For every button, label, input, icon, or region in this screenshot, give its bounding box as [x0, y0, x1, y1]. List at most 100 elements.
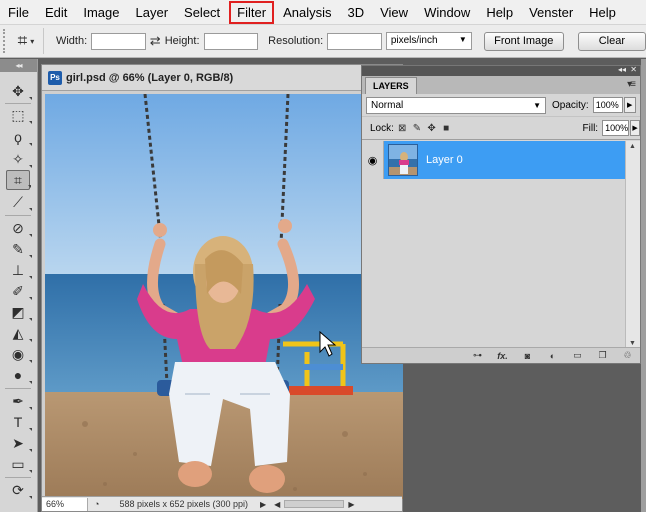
workspace-edge [641, 59, 646, 512]
mask-icon[interactable]: ◙ [521, 350, 534, 361]
clear-button[interactable]: Clear [577, 31, 646, 51]
layer-thumbnail [388, 144, 418, 176]
layer-row[interactable]: ◉ Layer 0 [362, 141, 626, 179]
tools-panel: ◂◂ ✥ ⬚ ϙ ✧ ⌗ ⟋ ⊘ ✎ ⊥ ✐ ◩ ◭ ◉ ● ✒ T ➤ ▭ ⟳ [0, 59, 38, 512]
options-bar: ⌗ ▾ Width: ⇄ Height: Resolution: pixels/i… [0, 25, 646, 58]
layers-panel: ◂◂ ✕ LAYERS ▾≡ Normal ▼ Opacity: 100% ▶ … [361, 65, 641, 364]
layers-panel-footer: ⊶ fx. ◙ ◐ ▭ ❐ ♲ [362, 347, 640, 363]
lock-label: Lock: [370, 122, 394, 134]
menu-edit[interactable]: Edit [37, 1, 75, 24]
stamp-icon[interactable]: ⊥ [6, 260, 32, 280]
lasso-icon[interactable]: ϙ [6, 127, 32, 147]
resolution-units-select[interactable]: pixels/inch ▼ [385, 32, 472, 50]
menu-help-2[interactable]: Help [581, 1, 624, 24]
group-folder-icon[interactable]: ▭ [571, 350, 584, 361]
opacity-field[interactable]: 100% [592, 97, 623, 113]
panel-header-bar[interactable]: ◂◂ ✕ [362, 65, 640, 76]
menu-analysis[interactable]: Analysis [275, 1, 339, 24]
menu-help[interactable]: Help [478, 1, 521, 24]
height-label: Height: [164, 35, 200, 47]
document-title: girl.psd @ 66% (Layer 0, RGB/8) [66, 71, 234, 84]
width-field[interactable] [91, 32, 146, 50]
rectangle-icon[interactable]: ▭ [6, 454, 32, 474]
menu-layer[interactable]: Layer [128, 1, 177, 24]
lock-fill-row: Lock: ⊠ ✎ ✥ ■ Fill: 100% ▶ [362, 117, 640, 140]
lock-image-icon[interactable]: ✎ [413, 123, 422, 134]
front-image-button[interactable]: Front Image [483, 31, 564, 51]
tool-divider [5, 215, 31, 216]
history-brush-icon[interactable]: ✐ [6, 281, 32, 301]
crop-icon[interactable]: ⌗ [6, 170, 31, 190]
document-tab[interactable]: Ps girl.psd @ 66% (Layer 0, RGB/8) [42, 65, 402, 91]
new-layer-icon[interactable]: ❐ [596, 350, 609, 361]
document-window: Ps girl.psd @ 66% (Layer 0, RGB/8) 66% ◔… [41, 64, 403, 512]
trash-icon[interactable]: ♲ [621, 350, 634, 361]
3d-icon[interactable]: ⟳ [6, 480, 32, 500]
menu-venster[interactable]: Venster [521, 1, 581, 24]
pen-icon[interactable]: ✒ [6, 391, 32, 411]
fill-field[interactable]: 100% [602, 120, 630, 136]
lock-transparency-icon[interactable]: ⊠ [398, 123, 407, 134]
arrow-icon[interactable]: ➤ [6, 433, 32, 453]
menu-file[interactable]: File [0, 1, 37, 24]
scroll-down-icon[interactable]: ▼ [629, 340, 636, 347]
fx-icon[interactable]: fx. [496, 350, 509, 361]
ps-document-icon: Ps [48, 70, 62, 85]
adjustment-icon[interactable]: ◐ [546, 350, 559, 361]
marquee-icon[interactable]: ⬚ [6, 105, 32, 125]
lock-position-icon[interactable]: ✥ [427, 123, 436, 134]
crop-tool-preset[interactable]: ⌗ ▾ [9, 28, 44, 54]
menu-filter[interactable]: Filter [229, 0, 275, 24]
magic-wand-icon[interactable]: ✧ [6, 149, 32, 169]
tool-divider [5, 477, 31, 478]
swap-dimensions-icon[interactable]: ⇄ [150, 33, 161, 49]
collapse-panel-icon[interactable]: ◂◂ [618, 65, 626, 74]
menu-view[interactable]: View [372, 1, 416, 24]
menu-bar: File Edit Image Layer Select Filter Anal… [0, 0, 646, 25]
panel-tabs: LAYERS ▾≡ [362, 76, 640, 94]
height-field[interactable] [203, 32, 259, 50]
status-arrow-icon[interactable]: ▶ [260, 500, 266, 509]
opacity-slider-button[interactable]: ▶ [623, 97, 636, 113]
scroll-up-icon[interactable]: ▲ [629, 143, 636, 150]
drop-icon[interactable]: ◉ [6, 344, 32, 364]
eyedropper-icon[interactable]: ⟋ [6, 192, 32, 212]
eraser-icon[interactable]: ◩ [6, 302, 32, 322]
blend-mode-value: Normal [371, 99, 404, 111]
bandage-icon[interactable]: ⊘ [6, 218, 32, 238]
photo-girl-on-swing [45, 94, 403, 499]
layers-scrollbar[interactable]: ▲ ▼ [625, 141, 640, 349]
status-menu-icon[interactable]: ◔ [94, 499, 99, 509]
tool-divider [5, 103, 31, 104]
menu-window[interactable]: Window [416, 1, 478, 24]
width-label: Width: [55, 35, 88, 47]
type-icon[interactable]: T [6, 412, 32, 432]
bucket-icon[interactable]: ◭ [6, 323, 32, 343]
chevron-down-icon: ▼ [458, 35, 467, 44]
lock-all-icon[interactable]: ■ [442, 123, 451, 134]
menu-image[interactable]: Image [75, 1, 127, 24]
dodge-icon[interactable]: ● [6, 365, 32, 385]
blend-opacity-row: Normal ▼ Opacity: 100% ▶ [362, 94, 640, 117]
tools-panel-collapse[interactable]: ◂◂ [0, 59, 37, 72]
blend-mode-select[interactable]: Normal ▼ [366, 96, 546, 114]
layer-selected[interactable]: Layer 0 [384, 141, 626, 179]
scroll-left-icon[interactable]: ◀ [274, 500, 280, 509]
menu-select[interactable]: Select [176, 1, 228, 24]
resolution-field[interactable] [327, 32, 382, 50]
brush-icon[interactable]: ✎ [6, 239, 32, 259]
link-icon[interactable]: ⊶ [471, 350, 484, 361]
fill-slider-button[interactable]: ▶ [630, 120, 640, 136]
eye-icon[interactable]: ◉ [362, 141, 384, 179]
image-canvas[interactable] [45, 94, 403, 499]
move-icon[interactable]: ✥ [6, 81, 32, 101]
document-size-info: 588 pixels x 652 pixels (300 ppi) [119, 499, 249, 509]
close-panel-icon[interactable]: ✕ [630, 65, 637, 74]
horizontal-scrollbar[interactable] [284, 500, 345, 508]
zoom-field[interactable]: 66% [42, 497, 88, 511]
layers-list: ◉ Layer 0 [362, 141, 626, 349]
scroll-right-icon[interactable]: ▶ [348, 500, 354, 509]
panel-menu-icon[interactable]: ▾≡ [627, 79, 636, 90]
menu-3d[interactable]: 3D [339, 1, 372, 24]
tab-layers[interactable]: LAYERS [365, 77, 417, 94]
